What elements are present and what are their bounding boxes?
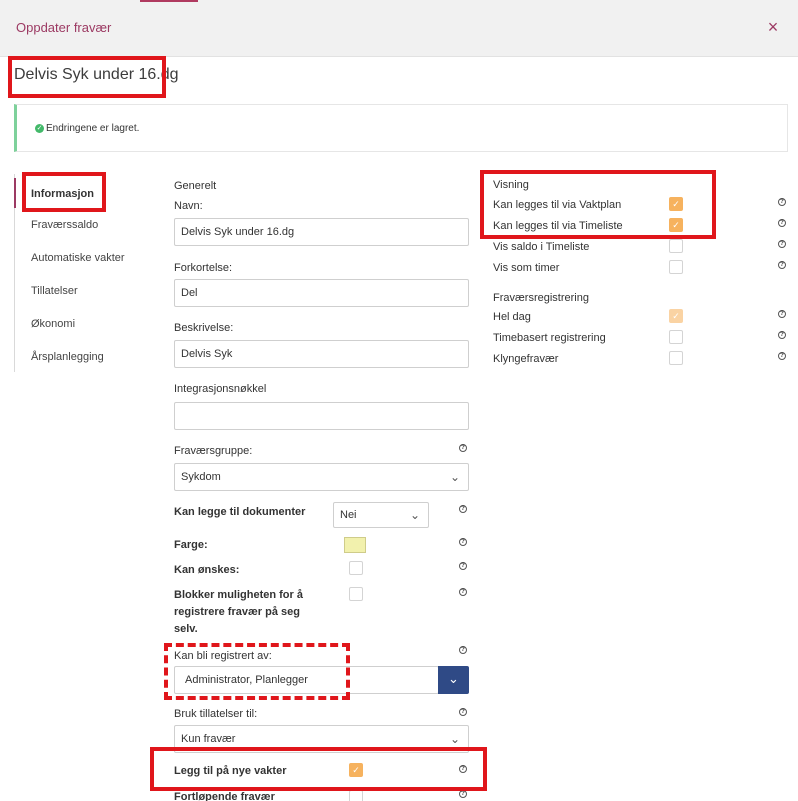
- nav-item-fravaerssaldo[interactable]: Fraværssaldo: [31, 219, 98, 231]
- help-icon[interactable]: ?: [778, 310, 786, 318]
- check-circle-icon: ✓: [35, 124, 44, 133]
- help-icon[interactable]: ?: [459, 708, 467, 716]
- help-icon[interactable]: ?: [459, 562, 467, 570]
- nav-item-tillatelser[interactable]: Tillatelser: [31, 285, 78, 297]
- registrering-label-klynge: Klyngefravær: [493, 353, 559, 365]
- fortlopende-label: Fortløpende fravær: [174, 791, 275, 801]
- tillatelser-select[interactable]: Kun fravær ⌄: [174, 725, 469, 753]
- chevron-down-icon: ⌄: [449, 470, 460, 484]
- nye-vakter-label: Legg til på nye vakter: [174, 765, 287, 777]
- nye-vakter-checkbox[interactable]: ✓: [349, 763, 363, 777]
- blokker-label-line2: registrere fravær på seg: [174, 606, 300, 618]
- chevron-down-icon[interactable]: ⌄: [438, 666, 469, 694]
- fravaersgruppe-value: Sykdom: [181, 471, 221, 483]
- dialog-title: Oppdater fravær: [16, 20, 112, 35]
- nav-item-okonomi[interactable]: Økonomi: [31, 318, 75, 330]
- tillatelser-label: Bruk tillatelser til:: [174, 708, 258, 720]
- help-icon[interactable]: ?: [459, 765, 467, 773]
- help-icon[interactable]: ?: [778, 240, 786, 248]
- close-icon[interactable]: ×: [765, 18, 781, 36]
- registrering-label-timebasert: Timebasert registrering: [493, 332, 606, 344]
- timebasert-checkbox[interactable]: [669, 330, 683, 344]
- header-accent-line: [140, 0, 198, 2]
- dialog-header: Oppdater fravær ×: [0, 0, 798, 57]
- help-icon[interactable]: ?: [778, 331, 786, 339]
- help-icon[interactable]: ?: [459, 538, 467, 546]
- integrasjon-label: Integrasjonsnøkkel: [174, 383, 267, 395]
- blokker-label-line1: Blokker muligheten for å: [174, 589, 303, 601]
- help-icon[interactable]: ?: [778, 352, 786, 360]
- fravaersgruppe-select[interactable]: Sykdom ⌄: [174, 463, 469, 491]
- help-icon[interactable]: ?: [778, 219, 786, 227]
- tillatelser-value: Kun fravær: [181, 733, 236, 745]
- hel-dag-checkbox[interactable]: ✓: [669, 309, 683, 323]
- onskes-checkbox[interactable]: [349, 561, 363, 575]
- saldo-checkbox[interactable]: [669, 239, 683, 253]
- navn-label: Navn:: [174, 200, 203, 212]
- dokumenter-value: Nei: [340, 509, 357, 521]
- section-fravaersregistrering: Fraværsregistrering: [493, 292, 589, 304]
- forkortelse-input[interactable]: Del: [174, 279, 469, 307]
- side-navigation: Informasjon Fraværssaldo Automatiske vak…: [14, 174, 154, 372]
- nav-item-arsplanlegging[interactable]: Årsplanlegging: [31, 351, 104, 363]
- section-generelt: Generelt: [174, 180, 217, 192]
- section-visning: Visning: [493, 179, 529, 191]
- beskrivelse-label: Beskrivelse:: [174, 322, 234, 334]
- active-indicator: [14, 178, 16, 208]
- registrering-label-hel-dag: Hel dag: [493, 311, 531, 323]
- alert-message: Endringene er lagret.: [46, 123, 140, 134]
- visning-label-timer: Vis som timer: [493, 262, 560, 274]
- forkortelse-label: Forkortelse:: [174, 262, 233, 274]
- vaktplan-checkbox[interactable]: ✓: [669, 197, 683, 211]
- dokumenter-select[interactable]: Nei ⌄: [333, 502, 429, 528]
- chevron-down-icon: ⌄: [449, 732, 460, 746]
- navn-input[interactable]: Delvis Syk under 16.dg: [174, 218, 469, 246]
- registrert-label: Kan bli registrert av:: [174, 650, 272, 662]
- help-icon[interactable]: ?: [459, 588, 467, 596]
- chevron-down-icon: ⌄: [409, 508, 420, 522]
- farge-label: Farge:: [174, 539, 208, 551]
- fravaersgruppe-label: Fraværsgruppe:: [174, 445, 253, 457]
- help-icon[interactable]: ?: [459, 790, 467, 798]
- integrasjon-input[interactable]: [174, 402, 469, 430]
- dokumenter-label: Kan legge til dokumenter: [174, 506, 306, 518]
- help-icon[interactable]: ?: [778, 261, 786, 269]
- timer-checkbox[interactable]: [669, 260, 683, 274]
- help-icon[interactable]: ?: [459, 646, 467, 654]
- klynge-checkbox[interactable]: [669, 351, 683, 365]
- success-alert: ✓ Endringene er lagret.: [14, 104, 788, 152]
- timeliste-checkbox[interactable]: ✓: [669, 218, 683, 232]
- help-icon[interactable]: ?: [459, 505, 467, 513]
- fortlopende-checkbox[interactable]: [349, 790, 363, 801]
- nav-item-informasjon[interactable]: Informasjon: [31, 188, 94, 200]
- beskrivelse-input[interactable]: Delvis Syk: [174, 340, 469, 368]
- help-icon[interactable]: ?: [778, 198, 786, 206]
- page-title: Delvis Syk under 16.dg: [14, 66, 179, 83]
- color-swatch[interactable]: [344, 537, 366, 553]
- onskes-label: Kan ønskes:: [174, 564, 240, 576]
- registrert-multiselect[interactable]: Administrator, Planlegger: [174, 666, 439, 694]
- visning-label-timeliste: Kan legges til via Timeliste: [493, 220, 623, 232]
- help-icon[interactable]: ?: [459, 444, 467, 452]
- blokker-label-line3: selv.: [174, 623, 198, 635]
- blokker-checkbox[interactable]: [349, 587, 363, 601]
- nav-item-automatiske-vakter[interactable]: Automatiske vakter: [31, 252, 125, 264]
- visning-label-saldo: Vis saldo i Timeliste: [493, 241, 590, 253]
- visning-label-vaktplan: Kan legges til via Vaktplan: [493, 199, 622, 211]
